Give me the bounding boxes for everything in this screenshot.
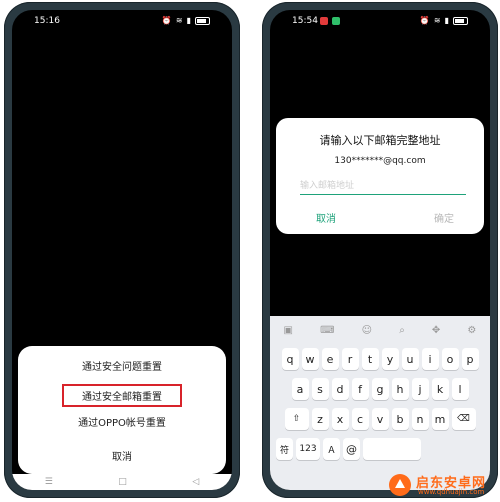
alarm-icon: ⏰ — [161, 16, 172, 25]
key-s[interactable]: s — [311, 378, 329, 400]
masked-email: 130*******@qq.com — [334, 156, 426, 166]
key-z[interactable]: z — [311, 408, 329, 430]
cancel-button[interactable]: 取消 — [18, 448, 226, 463]
key-t[interactable]: t — [361, 348, 379, 370]
key-h[interactable]: h — [391, 378, 409, 400]
key-p[interactable]: p — [461, 348, 479, 370]
keyboard-row: ⇧ z x c v b n m ⌫ — [270, 408, 490, 430]
keyboard-row: a s d f g h j k l — [270, 378, 490, 400]
key-g[interactable]: g — [371, 378, 389, 400]
shift-key[interactable]: ⇧ — [284, 408, 309, 430]
keyboard-bottom-row: 符 123 Ａ @ — [270, 438, 490, 460]
key-q[interactable]: q — [281, 348, 299, 370]
key-r[interactable]: r — [341, 348, 359, 370]
keyboard-toolbar: ▣ ⌨ ☺ ⌕ ✥ ⚙ — [270, 322, 490, 338]
dialog-confirm-button[interactable]: 确定 — [434, 210, 454, 225]
key-k[interactable]: k — [431, 378, 449, 400]
wifi-icon: ≋ — [433, 16, 441, 25]
left-phone: 15:16 ⏰ ≋ ▮ 通过安全问题重置 通过安全邮箱重置 通过OPPO帐号重置… — [4, 2, 240, 498]
key-l[interactable]: l — [451, 378, 469, 400]
cursor-icon[interactable]: ✥ — [432, 325, 440, 336]
right-screen: 15:54 ⏰ ≋ ▮ 请输入以下邮箱完整地址 130*******@qq.co… — [270, 10, 490, 490]
language-key[interactable]: Ａ — [323, 438, 340, 460]
key-f[interactable]: f — [351, 378, 369, 400]
dialog-title: 请输入以下邮箱完整地址 — [319, 134, 441, 147]
emoji-icon[interactable]: ☺ — [362, 325, 372, 336]
status-time: 15:16 — [34, 16, 60, 26]
key-v[interactable]: v — [371, 408, 389, 430]
watermark-url: www.qdhuajin.com — [418, 488, 485, 496]
option-security-email[interactable]: 通过安全邮箱重置 — [62, 384, 182, 407]
option-oppo-account[interactable]: 通过OPPO帐号重置 — [18, 414, 226, 429]
key-b[interactable]: b — [391, 408, 409, 430]
key-i[interactable]: i — [421, 348, 439, 370]
shift-icon: ⇧ — [292, 414, 301, 424]
key-a[interactable]: a — [291, 378, 309, 400]
search-icon[interactable]: ⌕ — [399, 325, 405, 336]
key-u[interactable]: u — [401, 348, 419, 370]
status-time: 15:54 — [292, 16, 318, 26]
back-nav-icon[interactable]: ◁ — [192, 477, 199, 487]
email-input[interactable] — [300, 176, 466, 195]
watermark-logo-icon — [389, 474, 411, 496]
language-icon: Ａ — [326, 445, 336, 456]
backspace-key[interactable]: ⌫ — [451, 408, 476, 430]
notification-icon — [332, 17, 340, 25]
left-screen: 15:16 ⏰ ≋ ▮ 通过安全问题重置 通过安全邮箱重置 通过OPPO帐号重置… — [12, 10, 232, 490]
key-x[interactable]: x — [331, 408, 349, 430]
notification-icon — [320, 17, 328, 25]
signal-icon: ▮ — [444, 16, 449, 25]
site-watermark: 启东安卓网 www.qdhuajin.com — [388, 470, 496, 500]
keyboard-row: q w e r t y u i o p — [270, 348, 490, 370]
menu-nav-icon[interactable]: ☰ — [45, 477, 53, 487]
signal-icon: ▮ — [186, 16, 191, 25]
key-y[interactable]: y — [381, 348, 399, 370]
numbers-key[interactable]: 123 — [296, 438, 320, 460]
key-o[interactable]: o — [441, 348, 459, 370]
status-icons: ⏰ ≋ ▮ — [162, 16, 210, 26]
dialog-cancel-button[interactable]: 取消 — [316, 210, 336, 225]
key-e[interactable]: e — [321, 348, 339, 370]
key-m[interactable]: m — [431, 408, 449, 430]
key-w[interactable]: w — [301, 348, 319, 370]
backspace-icon: ⌫ — [457, 414, 470, 424]
key-j[interactable]: j — [411, 378, 429, 400]
alarm-icon: ⏰ — [419, 16, 430, 25]
clipboard-icon[interactable]: ▣ — [284, 325, 293, 336]
email-verify-dialog: 请输入以下邮箱完整地址 130*******@qq.com 取消 确定 — [276, 118, 484, 234]
status-icons: ⏰ ≋ ▮ — [420, 16, 468, 26]
battery-icon — [195, 17, 210, 25]
symbols-key[interactable]: 符 — [276, 438, 293, 460]
right-phone: 15:54 ⏰ ≋ ▮ 请输入以下邮箱完整地址 130*******@qq.co… — [262, 2, 498, 498]
nav-bar: ☰ □ ◁ — [12, 474, 232, 490]
battery-icon — [453, 17, 468, 25]
key-n[interactable]: n — [411, 408, 429, 430]
key-d[interactable]: d — [331, 378, 349, 400]
option-security-question[interactable]: 通过安全问题重置 — [18, 358, 226, 373]
space-key[interactable] — [363, 438, 421, 460]
home-nav-icon[interactable]: □ — [118, 477, 127, 487]
status-bar: 15:54 ⏰ ≋ ▮ — [270, 10, 490, 32]
at-key[interactable]: @ — [343, 438, 360, 460]
keyboard-icon[interactable]: ⌨ — [320, 325, 334, 336]
key-c[interactable]: c — [351, 408, 369, 430]
settings-icon[interactable]: ⚙ — [467, 325, 476, 336]
keyboard: ▣ ⌨ ☺ ⌕ ✥ ⚙ q w e r t y u i o p a s d f … — [270, 316, 490, 490]
reset-options-sheet: 通过安全问题重置 通过安全邮箱重置 通过OPPO帐号重置 取消 — [18, 346, 226, 474]
wifi-icon: ≋ — [175, 16, 183, 25]
status-bar: 15:16 ⏰ ≋ ▮ — [12, 10, 232, 32]
